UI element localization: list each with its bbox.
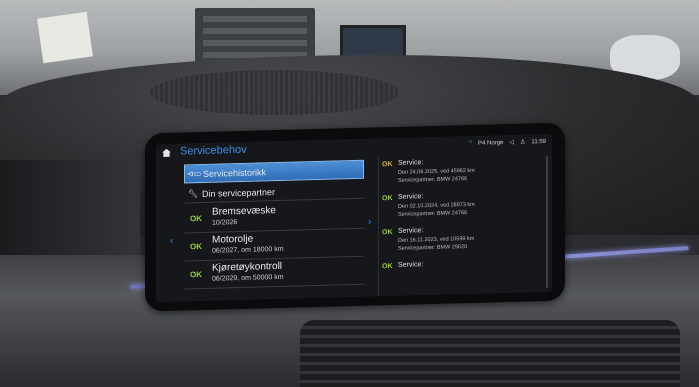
service-history-list: OK Service: Den 24.06.2025, ved 45962 km… — [382, 155, 548, 296]
panel-divider — [378, 156, 379, 297]
home-icon[interactable] — [162, 148, 171, 157]
car-history-icon: ⊲▭ — [186, 169, 202, 179]
status-badge: OK — [382, 194, 393, 203]
status-badge: OK — [190, 269, 202, 280]
history-entry[interactable]: OK Service: Den 24.06.2025, ved 45962 km… — [382, 156, 548, 194]
chevron-left-icon[interactable]: ‹ — [170, 236, 173, 247]
status-badge: OK — [190, 241, 202, 252]
menu-item-service-history[interactable]: ⊲▭ Servicehistorikk — [184, 159, 364, 184]
history-partner: Servicepartner: BMW 29020 — [398, 244, 468, 252]
status-bar: ^ P4 Norge ◁ ♙ 11:59 — [469, 138, 546, 147]
user-icon: ♙ — [520, 139, 526, 146]
history-entry[interactable]: OK Service: Den 02.10.2024, ved 28973 km… — [382, 190, 548, 228]
status-badge: OK — [382, 160, 393, 169]
service-due: 06/2027, om 18000 km — [212, 245, 284, 255]
radio-station: P4 Norge — [478, 139, 504, 147]
chevron-right-icon[interactable]: › — [368, 217, 371, 228]
page-title: Servicebehov — [180, 143, 247, 158]
menu-item-label: Din servicepartner — [202, 186, 276, 199]
service-item-vehicle-inspection[interactable]: OK Kjøretøykontroll 06/2029, om 50000 km — [184, 256, 364, 290]
service-name: Motorolje — [212, 233, 254, 246]
infotainment-screen: Servicebehov ^ P4 Norge ◁ ♙ 11:59 ‹ ⊲▭ S… — [156, 133, 552, 303]
service-due: 06/2029, om 50000 km — [212, 273, 284, 283]
service-due: 10/2026 — [212, 219, 238, 227]
history-entry[interactable]: OK Service: — [382, 258, 548, 296]
history-entry[interactable]: OK Service: Den 16.11.2023, ved 10599 km… — [382, 224, 548, 262]
wall-paper-note — [37, 11, 93, 64]
history-partner: Servicepartner: BMW 24766 — [398, 210, 468, 218]
volume-icon: ◁ — [509, 139, 515, 146]
service-menu: ⊲▭ Servicehistorikk 🔧︎ Din servicepartne… — [184, 159, 364, 290]
clock: 11:59 — [531, 138, 546, 145]
history-date: Den 24.06.2025, ved 45962 km — [398, 167, 475, 176]
status-badge: OK — [382, 262, 393, 271]
history-label: Service: — [398, 261, 424, 269]
menu-item-label: Servicehistorikk — [203, 166, 267, 179]
history-date: Den 16.11.2023, ved 10599 km — [398, 235, 475, 244]
history-label: Service: — [398, 159, 424, 167]
air-vent — [300, 320, 680, 387]
status-badge: OK — [382, 228, 393, 237]
history-scrollbar[interactable] — [546, 155, 548, 288]
menu-item-service-partner[interactable]: 🔧︎ Din servicepartner — [184, 180, 364, 204]
history-date: Den 02.10.2024, ved 28973 km — [398, 201, 475, 210]
wrench-icon: 🔧︎ — [187, 189, 199, 199]
status-badge: OK — [190, 213, 202, 224]
chevron-up-icon[interactable]: ^ — [469, 140, 472, 147]
history-label: Service: — [398, 193, 424, 201]
service-name: Bremsevæske — [212, 205, 276, 218]
history-partner: Servicepartner: BMW 24766 — [398, 176, 468, 184]
history-label: Service: — [398, 227, 424, 235]
service-name: Kjøretøykontroll — [212, 260, 283, 274]
dash-speaker-grille — [150, 70, 400, 115]
